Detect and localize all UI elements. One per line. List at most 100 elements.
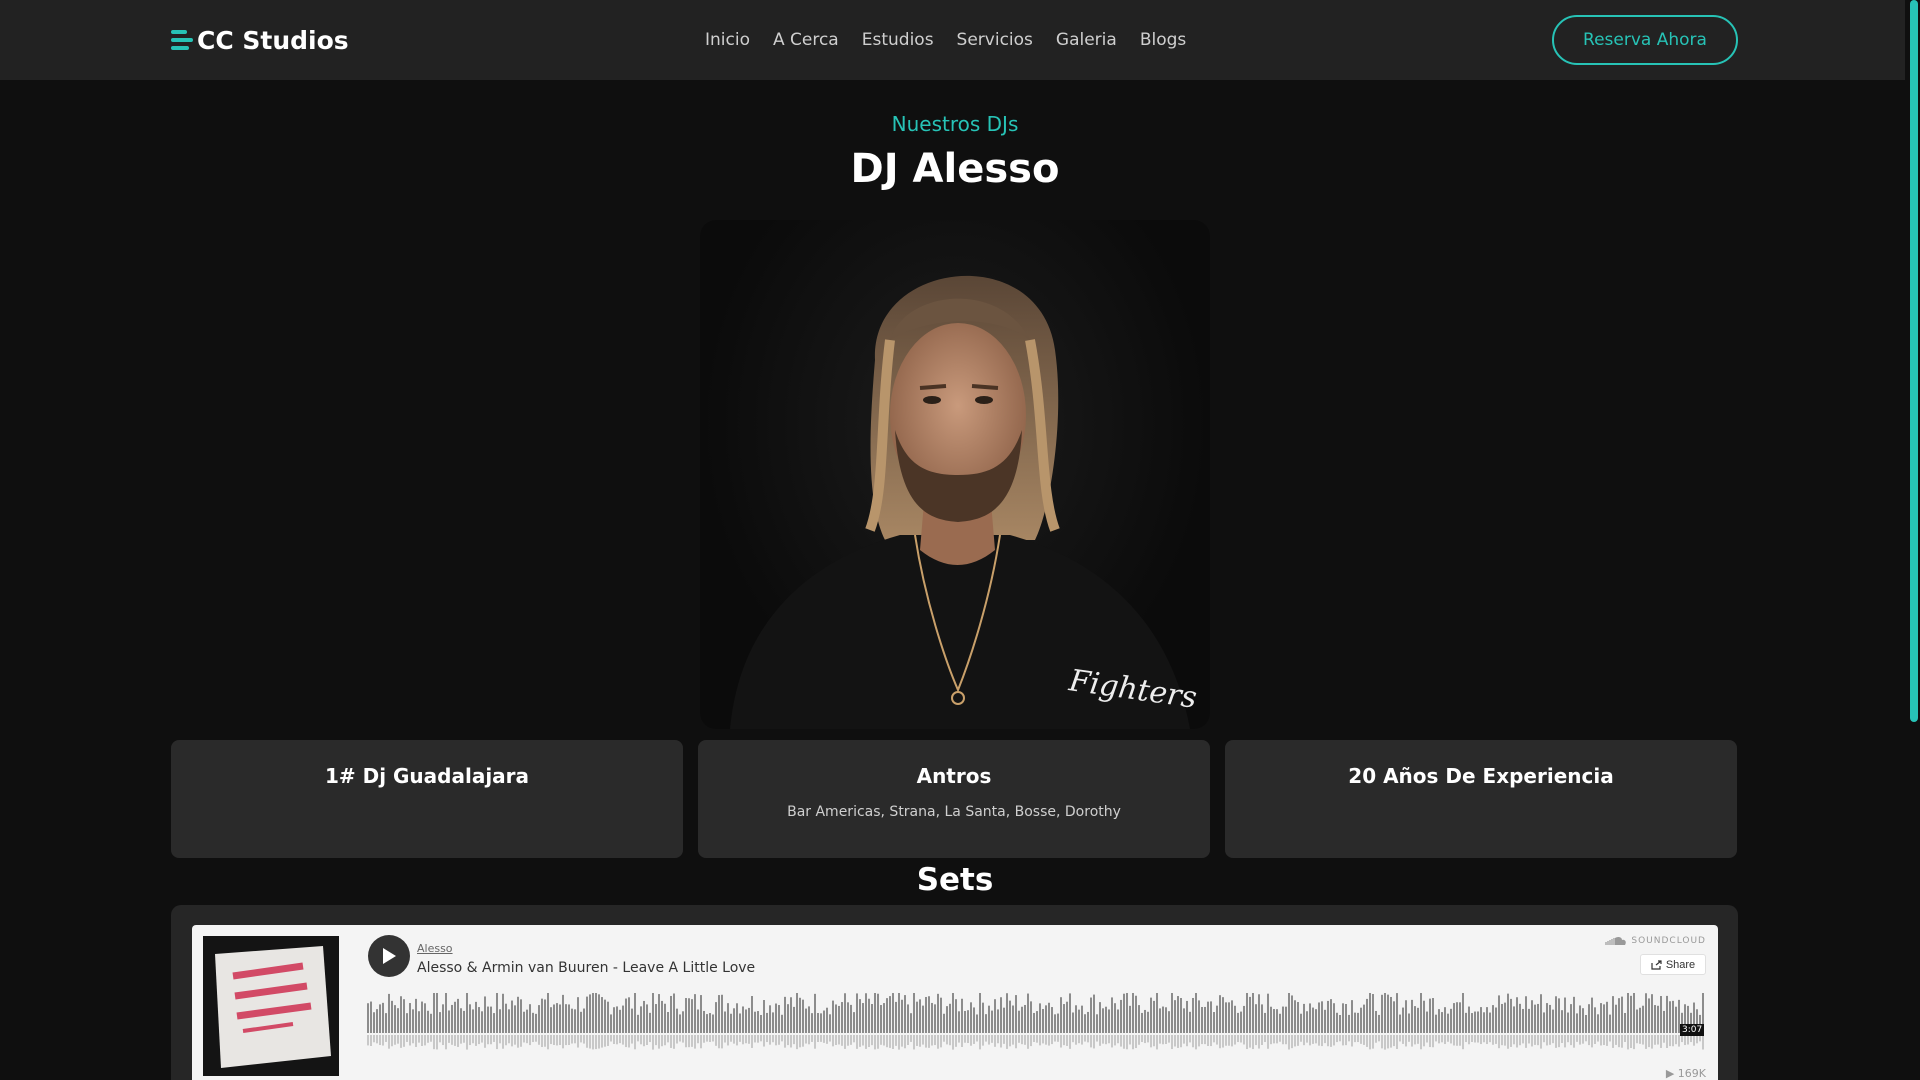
track-artwork[interactable] xyxy=(203,936,339,1076)
waveform-bar xyxy=(619,1009,621,1033)
nav-galeria[interactable]: Galeria xyxy=(1056,28,1117,52)
waveform-reflection xyxy=(916,1035,918,1046)
waveform-reflection xyxy=(1384,1035,1386,1050)
waveform-reflection xyxy=(1348,1035,1350,1042)
waveform-reflection xyxy=(685,1035,687,1048)
waveform-bar xyxy=(547,993,549,1033)
waveform-reflection xyxy=(586,1035,588,1048)
waveform-reflection xyxy=(1129,1035,1131,1045)
nav-servicios[interactable]: Servicios xyxy=(957,28,1033,52)
soundcloud-label: SOUNDCLOUD xyxy=(1631,936,1706,946)
waveform-bar xyxy=(850,1004,852,1033)
logo-text: CC Studios xyxy=(197,25,349,55)
waveform-reflection xyxy=(1165,1035,1167,1044)
waveform-bar xyxy=(472,1009,474,1033)
waveform-bar xyxy=(1651,994,1653,1033)
waveform-bar xyxy=(811,1013,813,1033)
waveform-reflection xyxy=(760,1035,762,1042)
waveform-reflection xyxy=(1015,1035,1017,1049)
waveform-bar xyxy=(886,998,888,1033)
waveform-reflection xyxy=(1291,1035,1293,1049)
waveform-bar xyxy=(1348,1014,1350,1033)
waveform-reflection xyxy=(1312,1035,1314,1044)
scrollbar-thumb[interactable] xyxy=(1910,0,1918,722)
waveform-bar xyxy=(1573,996,1575,1033)
waveform-bar xyxy=(985,1014,987,1033)
waveform-bar xyxy=(415,998,417,1033)
waveform-reflection xyxy=(1042,1035,1044,1044)
info-card-ranking: 1# Dj Guadalajara xyxy=(171,740,683,858)
waveform-bar xyxy=(1609,1014,1611,1033)
nav-inicio[interactable]: Inicio xyxy=(705,28,750,52)
waveform-reflection xyxy=(418,1035,420,1043)
waveform-bar xyxy=(823,1010,825,1033)
waveform-bar xyxy=(913,993,915,1033)
logo[interactable]: CC Studios xyxy=(171,22,349,58)
share-button[interactable]: Share xyxy=(1640,954,1706,975)
track-artist-link[interactable]: Alesso xyxy=(417,942,453,955)
soundcloud-brand[interactable]: SOUNDCLOUD xyxy=(1605,936,1706,946)
waveform-bar xyxy=(949,1003,951,1033)
waveform-reflection xyxy=(733,1035,735,1044)
waveform-reflection xyxy=(412,1035,414,1044)
waveform-bar xyxy=(697,1009,699,1033)
waveform-bar xyxy=(1327,1000,1329,1033)
waveform-bar xyxy=(1537,1003,1539,1033)
waveform-bar xyxy=(1453,1003,1455,1033)
waveform-reflection xyxy=(925,1035,927,1048)
waveform-reflection xyxy=(1018,1035,1020,1043)
waveform-reflection xyxy=(913,1035,915,1050)
waveform-reflection xyxy=(667,1035,669,1043)
waveform-reflection xyxy=(634,1035,636,1050)
waveform-bar xyxy=(889,996,891,1033)
waveform-reflection xyxy=(1606,1035,1608,1046)
waveform-reflection xyxy=(691,1035,693,1047)
waveform-reflection xyxy=(367,1035,369,1046)
waveform-reflection xyxy=(1045,1035,1047,1045)
waveform-bar xyxy=(523,1011,525,1033)
waveform-bar xyxy=(865,993,867,1033)
waveform-bar xyxy=(580,1011,582,1033)
waveform-bar xyxy=(1252,993,1254,1033)
waveform-bar xyxy=(1075,1005,1077,1033)
waveform-reflection xyxy=(985,1035,987,1042)
waveform-reflection xyxy=(694,1035,696,1049)
waveform-bar xyxy=(1045,1005,1047,1033)
waveform-bar xyxy=(628,997,630,1033)
waveform-reflection xyxy=(1327,1035,1329,1047)
waveform-reflection xyxy=(706,1035,708,1042)
waveform-bar xyxy=(1063,1004,1065,1033)
waveform-bar xyxy=(433,993,435,1033)
waveform-bar xyxy=(562,994,564,1033)
waveform-reflection xyxy=(1537,1035,1539,1046)
nav-estudios[interactable]: Estudios xyxy=(862,28,934,52)
waveform-reflection xyxy=(1546,1035,1548,1046)
waveform-reflection xyxy=(1234,1035,1236,1045)
waveform-bar xyxy=(1405,1000,1407,1033)
waveform-reflection xyxy=(961,1035,963,1047)
waveform-bar xyxy=(1546,1003,1548,1033)
waveform-reflection xyxy=(931,1035,933,1046)
waveform-bar xyxy=(796,993,798,1033)
waveform-bar xyxy=(982,1002,984,1033)
waveform-bar xyxy=(1228,1002,1230,1033)
waveform-reflection xyxy=(1057,1035,1059,1042)
waveform-reflection xyxy=(676,1035,678,1044)
waveform-bar xyxy=(1183,1008,1185,1033)
waveform-reflection xyxy=(862,1035,864,1046)
waveform-reflection xyxy=(652,1035,654,1050)
nav-blogs[interactable]: Blogs xyxy=(1140,28,1186,52)
nav-a-cerca[interactable]: A Cerca xyxy=(773,28,839,52)
waveform-reflection xyxy=(1477,1035,1479,1043)
dj-photo: Fighters xyxy=(700,220,1210,729)
play-button[interactable] xyxy=(368,935,410,977)
waveform[interactable] xyxy=(367,993,1707,1053)
waveform-reflection xyxy=(1180,1035,1182,1048)
waveform-reflection xyxy=(1381,1035,1383,1049)
waveform-reflection xyxy=(508,1035,510,1044)
waveform-bar xyxy=(634,993,636,1033)
reserva-ahora-button[interactable]: Reserva Ahora xyxy=(1552,15,1738,65)
waveform-reflection xyxy=(1636,1035,1638,1044)
waveform-bar xyxy=(1531,1000,1533,1033)
waveform-reflection xyxy=(1183,1035,1185,1044)
